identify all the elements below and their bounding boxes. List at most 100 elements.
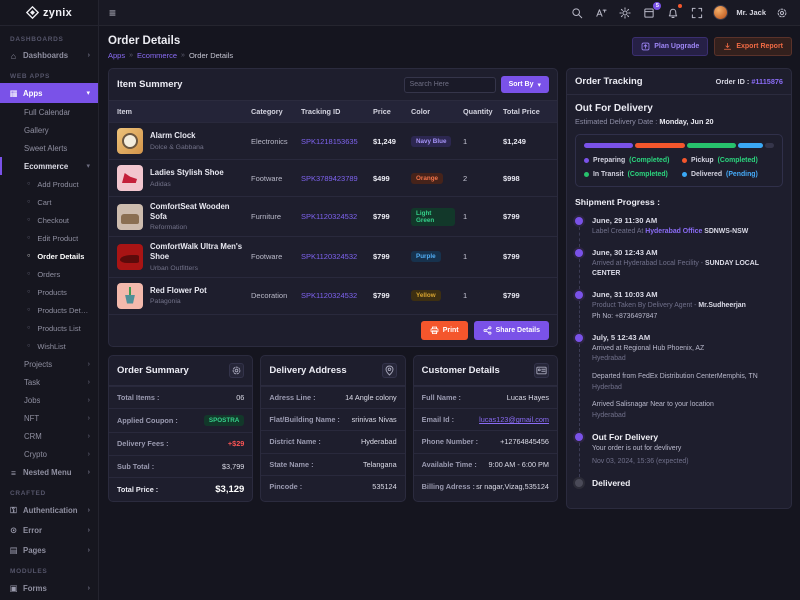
sort-by-button[interactable]: Sort By ▾ [501, 76, 549, 93]
summary-settings-icon[interactable] [229, 363, 244, 378]
fullscreen-icon[interactable] [689, 5, 705, 21]
sidebar-item[interactable]: Jobs › [0, 391, 98, 409]
sidebar-item[interactable]: WishList [0, 337, 98, 355]
sidebar-item[interactable]: Products [0, 283, 98, 301]
print-button[interactable]: Print [421, 321, 468, 340]
right-column: Order Tracking Order ID : #1115876 Out F… [566, 68, 792, 509]
light-mode-icon[interactable] [617, 5, 633, 21]
sidebar-item-label: Apps [23, 89, 43, 98]
brand-logo[interactable]: zynix [0, 0, 98, 26]
order-summary-rows: Total Items : 06 Applied Coupon : SPOSTR… [109, 386, 252, 502]
search-input[interactable] [404, 77, 496, 93]
sidebar-item[interactable]: Sweet Alerts [0, 139, 98, 157]
sidebar-item[interactable]: Edit Product [0, 229, 98, 247]
progress-legend: Preparing (Completed) Pickup (Completed) [584, 157, 774, 178]
table-row[interactable]: Alarm Clock Dolce & Gabbana Electronics … [109, 122, 557, 159]
sidebar-item[interactable]: Crypto › [0, 445, 98, 463]
customer-details-rows: Full Name : Lucas Hayes Email Id : lucas… [414, 386, 557, 498]
product-quantity: 1 [459, 286, 499, 305]
sidebar-item[interactable]: Ecommerce ▾ [0, 157, 98, 175]
sidebar-item[interactable]: Orders [0, 265, 98, 283]
plan-upgrade-button[interactable]: Plan Upgrade [632, 37, 708, 56]
sidebar-item[interactable]: ▣ Forms › [0, 578, 98, 598]
topbar-actions: 5 Mr. Jack [569, 5, 790, 21]
sidebar-item[interactable]: Cart [0, 193, 98, 211]
col-color: Color [407, 101, 459, 122]
sidebar-item-label: Checkout [37, 216, 69, 225]
sidebar-item-label: Authentication [23, 506, 78, 515]
sidebar-item[interactable]: CRM › [0, 427, 98, 445]
sidebar-item[interactable]: Checkout [0, 211, 98, 229]
tracking-id-link[interactable]: SPK1120324532 [301, 252, 357, 261]
sidebar-item[interactable]: Full Calendar [0, 103, 98, 121]
order-summary-card: Order Summary Total Items : [108, 355, 253, 503]
sidebar-item[interactable]: ≡ Nested Menu › [0, 463, 98, 482]
table-row[interactable]: Red Flower Pot Patagonia Decoration SPK1… [109, 277, 557, 314]
timeline-text: Ph No: +8736497847 [592, 312, 746, 323]
sidebar-item-label: Crypto [24, 450, 47, 459]
order-id-value[interactable]: #1115876 [751, 77, 783, 86]
cart-icon[interactable]: 5 [641, 5, 657, 21]
hamburger-menu-icon[interactable]: ≡ [109, 7, 116, 19]
table-row[interactable]: Ladies Stylish Shoe Adidas Footware SPK3… [109, 159, 557, 196]
settings-gear-icon[interactable] [774, 5, 790, 21]
sidebar-item-icon: ⌂ [8, 51, 19, 61]
tracking-id-link[interactable]: SPK1120324532 [301, 212, 357, 221]
share-details-button[interactable]: Share Details [474, 321, 549, 340]
progress-segment-remaining [765, 143, 774, 148]
sidebar-section-label: WEB APPS [0, 65, 98, 83]
sidebar-item[interactable]: ▤ Pages › [0, 540, 98, 560]
sidebar-item-label: Cart [37, 198, 51, 207]
sidebar-item-label: Sweet Alerts [24, 144, 67, 153]
download-icon [723, 42, 732, 51]
progress-segment-in-transit [687, 143, 736, 148]
summary-value: 06 [236, 393, 244, 402]
sidebar-item[interactable]: NFT › [0, 409, 98, 427]
sidebar-item-label: Order Details [37, 252, 84, 261]
summary-row: Total Price : $3,129 [109, 477, 252, 501]
id-card-icon[interactable] [534, 363, 549, 378]
tracking-id-link[interactable]: SPK1218153635 [301, 137, 358, 146]
sidebar-item[interactable]: Products List [0, 319, 98, 337]
translate-icon[interactable] [593, 5, 609, 21]
sidebar-item[interactable]: ⚿ Authentication › [0, 500, 98, 520]
product-name: ComfortWalk Ultra Men's Shoe [150, 242, 243, 262]
sidebar-item-label: WishList [37, 342, 65, 351]
timeline-detail: Your order is out for devliveryNov 03, 2… [592, 444, 689, 468]
sidebar-item[interactable]: ⊙ Error › [0, 520, 98, 540]
tracking-id-link[interactable]: SPK3789423789 [301, 174, 358, 183]
breadcrumb-apps[interactable]: Apps [108, 51, 125, 60]
breadcrumb: Apps » Ecommerce » Order Details [108, 51, 233, 60]
product-brand: Dolce & Gabbana [150, 144, 204, 151]
table-row[interactable]: ComfortSeat Wooden Sofa Reformation Furn… [109, 196, 557, 236]
chevron-down-icon: ▾ [537, 81, 541, 89]
sidebar-item[interactable]: Projects › [0, 355, 98, 373]
sidebar-item[interactable]: Gallery [0, 121, 98, 139]
export-report-button[interactable]: Export Report [714, 37, 792, 56]
sidebar-item[interactable]: Task › [0, 373, 98, 391]
sidebar-item[interactable]: Products Details [0, 301, 98, 319]
location-pin-icon[interactable] [382, 363, 397, 378]
sidebar-item[interactable]: Add Product [0, 175, 98, 193]
search-icon[interactable] [569, 5, 585, 21]
progress-segment-delivered [738, 143, 763, 148]
breadcrumb-ecommerce[interactable]: Ecommerce [137, 51, 177, 60]
address-label: District Name : [269, 437, 321, 446]
user-avatar[interactable] [713, 5, 728, 20]
timeline-date: June, 29 11:30 AM [592, 216, 748, 225]
tracking-id-link[interactable]: SPK1120324532 [301, 291, 357, 300]
col-tracking-id: Tracking ID [297, 101, 369, 122]
chevron-icon: › [88, 52, 90, 59]
sidebar-nav: DASHBOARDS ⌂ Dashboards › WEB APPS ▦ App… [0, 26, 98, 600]
product-name: Alarm Clock [150, 131, 204, 141]
sidebar-item[interactable]: Order Details [0, 247, 98, 265]
sidebar-item-label: Gallery [24, 126, 49, 135]
sidebar-item[interactable]: ▦ Apps ▾ [0, 83, 98, 103]
timeline-date: June, 30 12:43 AM [592, 248, 783, 257]
legend-item: Pickup (Completed) [682, 157, 774, 164]
notifications-icon[interactable] [665, 5, 681, 21]
customer-value: lucas123@gmail.com [479, 415, 549, 424]
table-row[interactable]: ComfortWalk Ultra Men's Shoe Urban Outfi… [109, 236, 557, 276]
timeline-status-title: Delivered [592, 478, 630, 488]
sidebar-item[interactable]: ⌂ Dashboards › [0, 46, 98, 65]
